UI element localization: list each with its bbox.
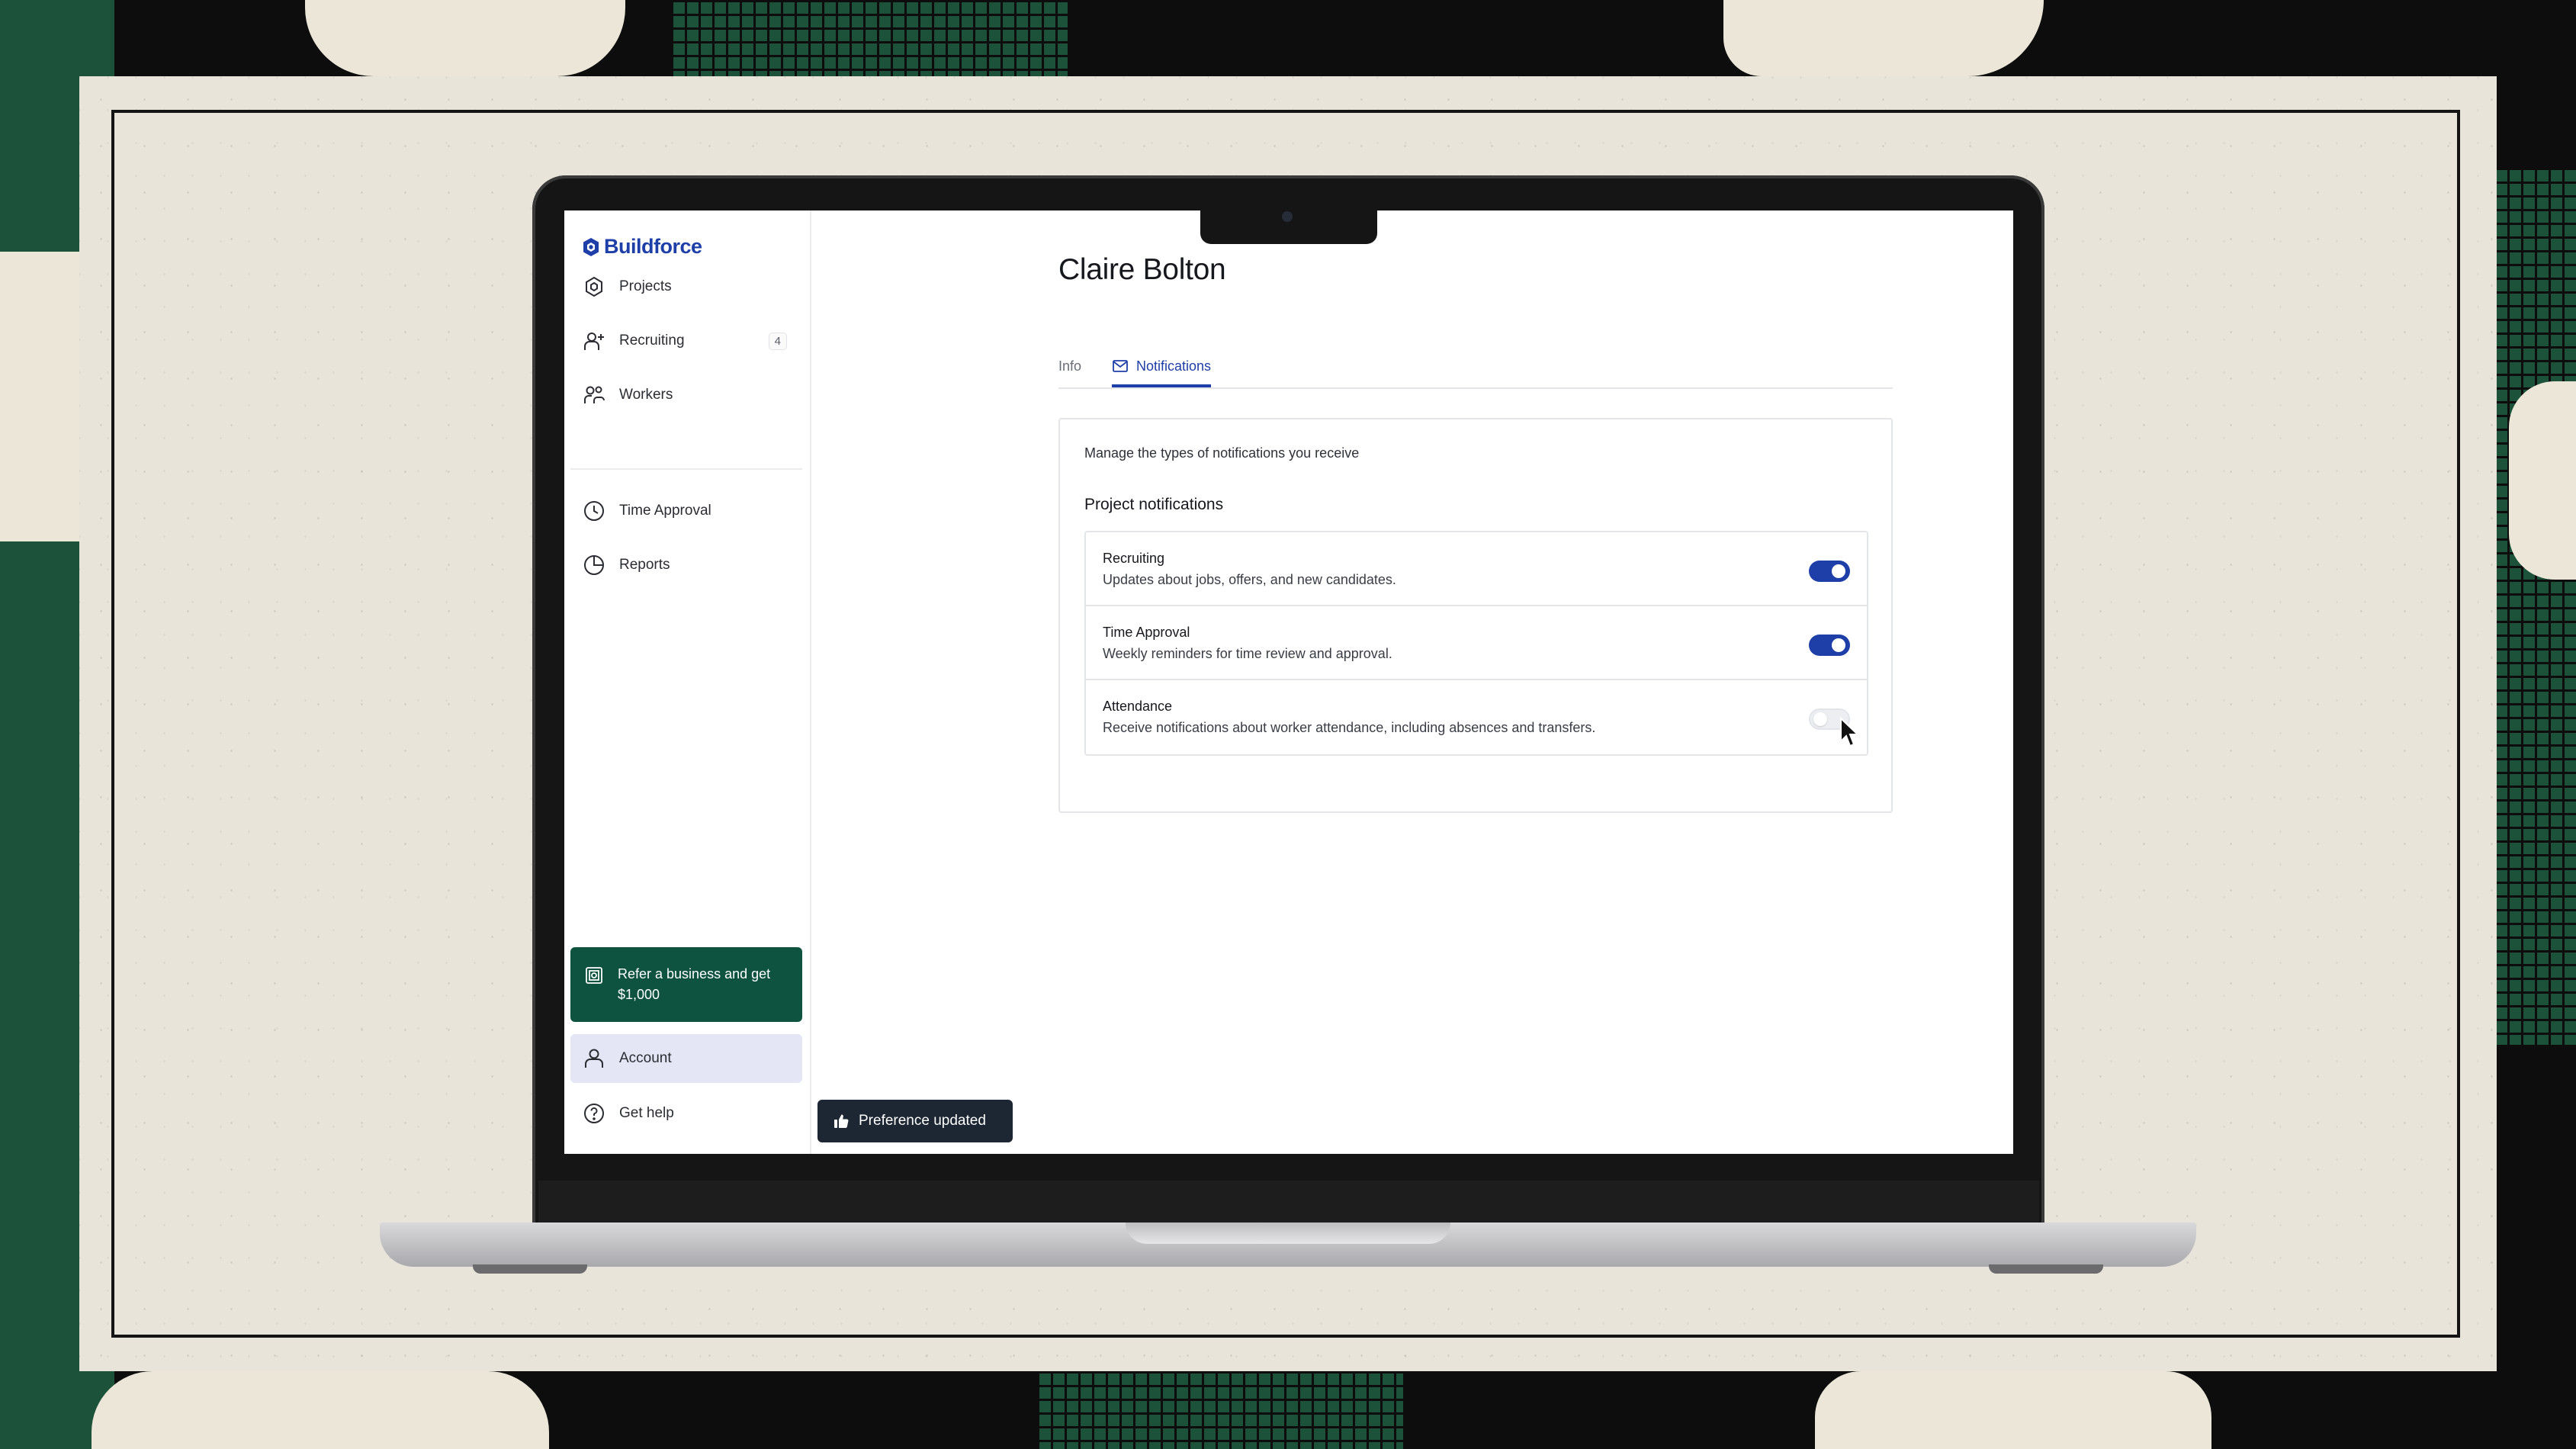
card-description: Manage the types of notifications you re… (1084, 445, 1360, 461)
tab-label: Info (1058, 358, 1082, 374)
background-pattern (671, 0, 1068, 76)
thumbs-up-icon (834, 1114, 849, 1128)
tab-notifications[interactable]: Notifications (1112, 345, 1212, 387)
preference-row-time-approval: Time Approval Weekly reminders for time … (1086, 606, 1867, 680)
preference-subtitle: Updates about jobs, offers, and new cand… (1103, 572, 1396, 587)
tab-label: Notifications (1136, 358, 1212, 374)
preference-title: Attendance (1103, 699, 1173, 714)
background-shape (0, 1052, 79, 1281)
laptop-bezel-bottom (538, 1181, 2039, 1228)
laptop-foot (1989, 1264, 2103, 1274)
sidebar-item-reports[interactable]: Reports (570, 544, 802, 586)
background-shape (2509, 381, 2576, 580)
sidebar-item-get-help[interactable]: Get help (570, 1092, 802, 1135)
recruiting-count-badge: 4 (768, 332, 787, 350)
sidebar-item-label: Reports (619, 557, 670, 573)
gift-icon (586, 967, 602, 984)
background-shape (1815, 1371, 2211, 1449)
refer-label: Refer a business and get $1,000 (618, 966, 771, 1002)
toggle-knob (1832, 638, 1845, 652)
mail-icon (1113, 360, 1128, 372)
clock-icon (584, 501, 604, 521)
preference-updated-toast: Preference updated (817, 1100, 1013, 1142)
pie-chart-icon (584, 555, 604, 575)
background-shape (1723, 0, 2044, 76)
profile-tabs: Info Notifications (1058, 345, 1893, 389)
sidebar-item-label: Get help (619, 1105, 674, 1121)
preference-list: Recruiting Updates about jobs, offers, a… (1084, 531, 1868, 756)
sidebar-item-projects[interactable]: Projects (570, 265, 802, 308)
toggle-knob (1832, 564, 1845, 578)
tab-info[interactable]: Info (1058, 345, 1081, 387)
sidebar-item-label: Projects (619, 278, 672, 294)
sidebar-item-label: Account (619, 1050, 672, 1066)
camera-icon (1282, 211, 1293, 222)
page-title: Claire Bolton (1058, 253, 1226, 286)
background-pattern (2494, 168, 2576, 1045)
preference-row-attendance: Attendance Receive notifications about w… (1086, 680, 1867, 754)
user-icon (585, 1049, 603, 1068)
mouse-pointer-icon (1840, 717, 1860, 747)
refer-business-banner[interactable]: Refer a business and get $1,000 (570, 947, 802, 1022)
brand-name: Buildforce (604, 235, 702, 258)
sidebar-item-workers[interactable]: Workers (570, 374, 802, 416)
sidebar-item-account[interactable]: Account (570, 1034, 802, 1083)
help-circle-icon (584, 1104, 604, 1123)
sidebar-divider (570, 468, 802, 470)
sidebar-item-label: Recruiting (619, 333, 685, 349)
app-screen: Buildforce Projects Recruiting 4 Workers (564, 210, 2013, 1154)
notifications-card: Manage the types of notifications you re… (1058, 418, 1893, 813)
background-shape (305, 0, 625, 76)
preference-title: Time Approval (1103, 625, 1190, 640)
hexagon-icon (586, 276, 602, 297)
background-shape (92, 1371, 549, 1449)
sidebar-item-label: Workers (619, 387, 673, 403)
laptop-foot (473, 1264, 587, 1274)
sidebar: Buildforce Projects Recruiting 4 Workers (564, 210, 811, 1154)
sidebar-item-label: Time Approval (619, 503, 711, 519)
brand-logo[interactable]: Buildforce (583, 235, 702, 259)
toggle-knob (1813, 712, 1827, 726)
hexagon-logo-icon (583, 237, 599, 256)
preference-subtitle: Weekly reminders for time review and app… (1103, 646, 1392, 661)
background-pattern (1037, 1371, 1403, 1449)
preference-subtitle: Receive notifications about worker atten… (1103, 720, 1596, 735)
laptop-base-notch (1126, 1222, 1450, 1244)
preference-row-recruiting: Recruiting Updates about jobs, offers, a… (1086, 532, 1867, 606)
sidebar-item-time-approval[interactable]: Time Approval (570, 490, 802, 532)
users-icon (584, 386, 605, 403)
recruiting-toggle[interactable] (1809, 561, 1850, 582)
preference-title: Recruiting (1103, 551, 1165, 566)
background-shape (0, 252, 79, 541)
time-approval-toggle[interactable] (1809, 635, 1850, 656)
sidebar-item-recruiting[interactable]: Recruiting 4 (570, 320, 802, 362)
toast-label: Preference updated (859, 1113, 986, 1129)
user-plus-icon (584, 333, 604, 350)
section-title: Project notifications (1084, 496, 1224, 513)
